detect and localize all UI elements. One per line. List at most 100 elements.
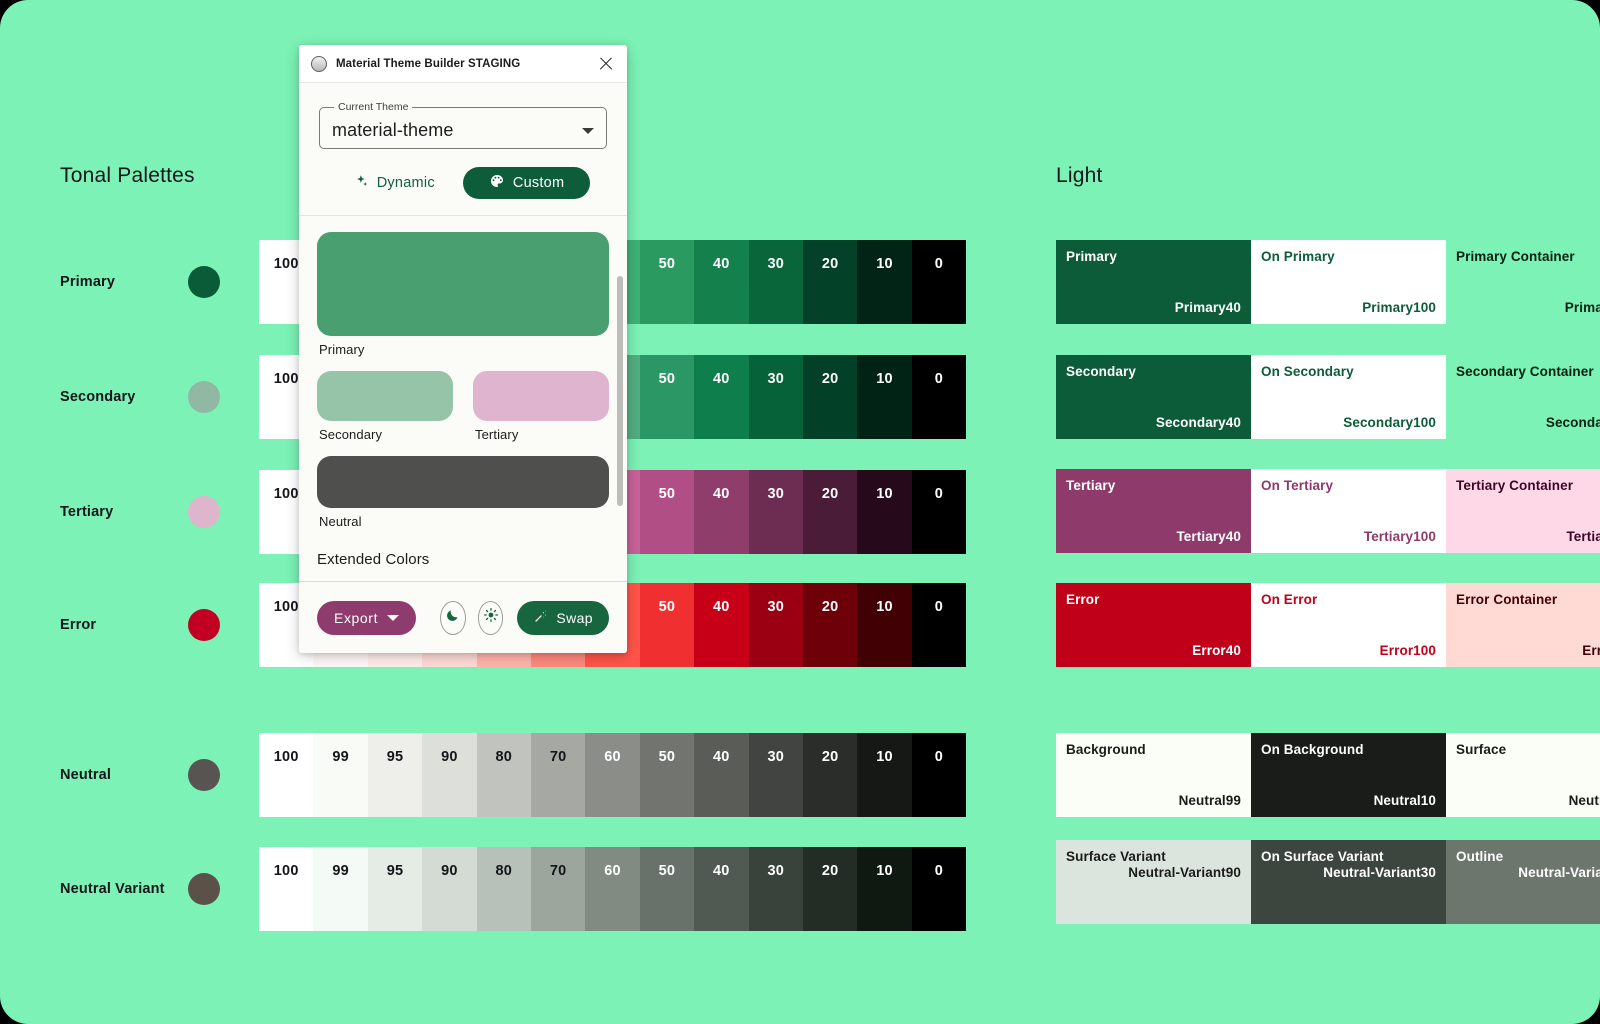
color-role-token: Neutral99 bbox=[1568, 793, 1600, 808]
color-role-name: On Error bbox=[1261, 592, 1318, 607]
swap-button-label: Swap bbox=[556, 609, 593, 626]
dialog-footer: Export Swap bbox=[299, 581, 627, 653]
light-scheme-row: Tertiary Tertiary40 On Tertiary Tertiary100… bbox=[1056, 469, 1600, 553]
dialog-titlebar: Material Theme Builder STAGING bbox=[299, 45, 627, 83]
material-logo-icon bbox=[311, 55, 327, 72]
chevron-down-icon bbox=[387, 614, 400, 621]
app-root: Tonal Palettes Primary100999590807060504… bbox=[0, 0, 1600, 1024]
moon-icon bbox=[445, 608, 460, 628]
sparkle-icon bbox=[354, 174, 369, 193]
color-role-name: Tertiary Container bbox=[1456, 478, 1574, 493]
color-role-cell[interactable]: Primary Container Primary90 bbox=[1446, 240, 1600, 324]
color-role-token: Secondary40 bbox=[1155, 415, 1241, 430]
color-role-cell[interactable]: Background Neutral99 bbox=[1056, 733, 1251, 817]
color-role-cell[interactable]: Primary Primary40 bbox=[1056, 240, 1251, 324]
color-role-cell[interactable]: Surface Neutral99 bbox=[1446, 733, 1600, 817]
close-icon[interactable] bbox=[595, 53, 617, 75]
dialog-header: Current Theme material-theme Dynamic Cus… bbox=[299, 83, 627, 216]
color-role-name: Error Container bbox=[1456, 592, 1558, 607]
primary-swatch-label: Primary bbox=[319, 342, 365, 357]
color-role-name: Primary Container bbox=[1456, 249, 1575, 264]
palette-icon bbox=[489, 173, 505, 193]
color-role-name: Secondary bbox=[1066, 364, 1136, 379]
light-scheme-title: Light bbox=[1056, 164, 1103, 187]
export-button-label: Export bbox=[334, 609, 379, 626]
color-role-token: Tertiary100 bbox=[1363, 529, 1436, 544]
secondary-tertiary-swatch-pair: Secondary Tertiary bbox=[317, 371, 609, 442]
neutral-color-swatch[interactable] bbox=[317, 456, 609, 508]
color-role-token: Neutral-Variant30 bbox=[1323, 865, 1436, 880]
color-role-cell[interactable]: Secondary Container Secondary90 bbox=[1446, 355, 1600, 439]
current-theme-value: material-theme bbox=[332, 120, 454, 140]
current-theme-select[interactable]: Current Theme material-theme bbox=[319, 101, 607, 149]
color-role-name: Surface Variant bbox=[1066, 849, 1166, 864]
dynamic-mode-label: Dynamic bbox=[376, 175, 435, 191]
color-role-cell[interactable]: Tertiary Container Tertiary90 bbox=[1446, 469, 1600, 553]
light-scheme-row: Primary Primary40 On Primary Primary100 Prim… bbox=[1056, 240, 1600, 324]
color-role-token: Neutral10 bbox=[1373, 793, 1436, 808]
color-role-cell[interactable]: On Background Neutral10 bbox=[1251, 733, 1446, 817]
color-role-name: Primary bbox=[1066, 249, 1117, 264]
swap-button[interactable]: Swap bbox=[517, 600, 609, 635]
light-scheme-row: Background Neutral99 On Background Neutral1… bbox=[1056, 733, 1600, 817]
sun-icon bbox=[483, 607, 499, 628]
extended-colors-label[interactable]: Extended Colors bbox=[317, 551, 609, 568]
dialog-title: Material Theme Builder STAGING bbox=[336, 57, 521, 70]
color-role-cell[interactable]: Error Error40 bbox=[1056, 583, 1251, 667]
color-role-token: Secondary90 bbox=[1545, 415, 1600, 430]
theme-builder-dialog: Material Theme Builder STAGING Current T… bbox=[299, 45, 627, 653]
primary-color-swatch[interactable] bbox=[317, 232, 609, 336]
color-role-token: Neutral-Variant90 bbox=[1128, 865, 1241, 880]
light-scheme-section: Light Primary Primary40 On Primary Primary1… bbox=[0, 0, 1600, 1024]
color-role-cell[interactable]: On Primary Primary100 bbox=[1251, 240, 1446, 324]
color-role-name: On Background bbox=[1261, 742, 1364, 757]
color-role-token: Primary40 bbox=[1174, 300, 1241, 315]
chevron-down-icon[interactable] bbox=[582, 127, 594, 134]
magic-wand-icon bbox=[533, 609, 548, 627]
light-scheme-row: Error Error40 On Error Error100 Error Contai… bbox=[1056, 583, 1600, 667]
tertiary-swatch-label: Tertiary bbox=[475, 427, 519, 442]
color-role-name: Background bbox=[1066, 742, 1146, 757]
color-role-token: Primary90 bbox=[1564, 300, 1600, 315]
color-role-token: Error40 bbox=[1192, 643, 1241, 658]
color-role-token: Neutral-Variant50 bbox=[1518, 865, 1600, 880]
secondary-swatch-label: Secondary bbox=[319, 427, 383, 442]
color-role-token: Tertiary40 bbox=[1176, 529, 1241, 544]
color-role-name: Outline bbox=[1456, 849, 1504, 864]
dialog-body: Primary Secondary Tertiary Neutral Exten… bbox=[299, 216, 627, 581]
color-role-token: Tertiary90 bbox=[1566, 529, 1600, 544]
color-role-cell[interactable]: Error Container Error90 bbox=[1446, 583, 1600, 667]
tertiary-color-swatch[interactable] bbox=[473, 371, 609, 421]
dialog-scrollbar[interactable] bbox=[617, 276, 623, 506]
color-role-token: Error100 bbox=[1379, 643, 1436, 658]
color-role-token: Secondary100 bbox=[1343, 415, 1436, 430]
dark-mode-button[interactable] bbox=[440, 600, 466, 635]
color-role-cell[interactable]: On Error Error100 bbox=[1251, 583, 1446, 667]
color-role-token: Error90 bbox=[1582, 643, 1600, 658]
light-mode-button[interactable] bbox=[477, 600, 504, 635]
color-role-token: Primary100 bbox=[1362, 300, 1436, 315]
light-scheme-row: Surface Variant Neutral-Variant90 On Surfa… bbox=[1056, 840, 1600, 924]
color-role-name: On Secondary bbox=[1261, 364, 1354, 379]
light-scheme-row: Secondary Secondary40 On Secondary Secondar… bbox=[1056, 355, 1600, 439]
color-role-token: Neutral99 bbox=[1178, 793, 1241, 808]
dynamic-mode-button[interactable]: Dynamic bbox=[336, 167, 453, 199]
color-role-cell[interactable]: On Tertiary Tertiary100 bbox=[1251, 469, 1446, 553]
custom-mode-label: Custom bbox=[512, 175, 565, 191]
color-role-cell[interactable]: On Surface Variant Neutral-Variant30 bbox=[1251, 840, 1446, 924]
color-role-name: Secondary Container bbox=[1456, 364, 1594, 379]
theme-mode-toggle: Dynamic Custom bbox=[317, 167, 609, 199]
color-role-cell[interactable]: Outline Neutral-Variant50 bbox=[1446, 840, 1600, 924]
color-role-name: On Surface Variant bbox=[1261, 849, 1384, 864]
color-role-cell[interactable]: Secondary Secondary40 bbox=[1056, 355, 1251, 439]
neutral-swatch-label: Neutral bbox=[319, 514, 362, 529]
custom-mode-button[interactable]: Custom bbox=[462, 167, 591, 199]
color-role-cell[interactable]: Tertiary Tertiary40 bbox=[1056, 469, 1251, 553]
color-role-name: Surface bbox=[1456, 742, 1507, 757]
color-role-cell[interactable]: Surface Variant Neutral-Variant90 bbox=[1056, 840, 1251, 924]
export-button[interactable]: Export bbox=[317, 600, 417, 635]
color-role-name: Error bbox=[1066, 592, 1100, 607]
color-role-cell[interactable]: On Secondary Secondary100 bbox=[1251, 355, 1446, 439]
current-theme-label: Current Theme bbox=[338, 101, 409, 113]
secondary-color-swatch[interactable] bbox=[317, 371, 453, 421]
